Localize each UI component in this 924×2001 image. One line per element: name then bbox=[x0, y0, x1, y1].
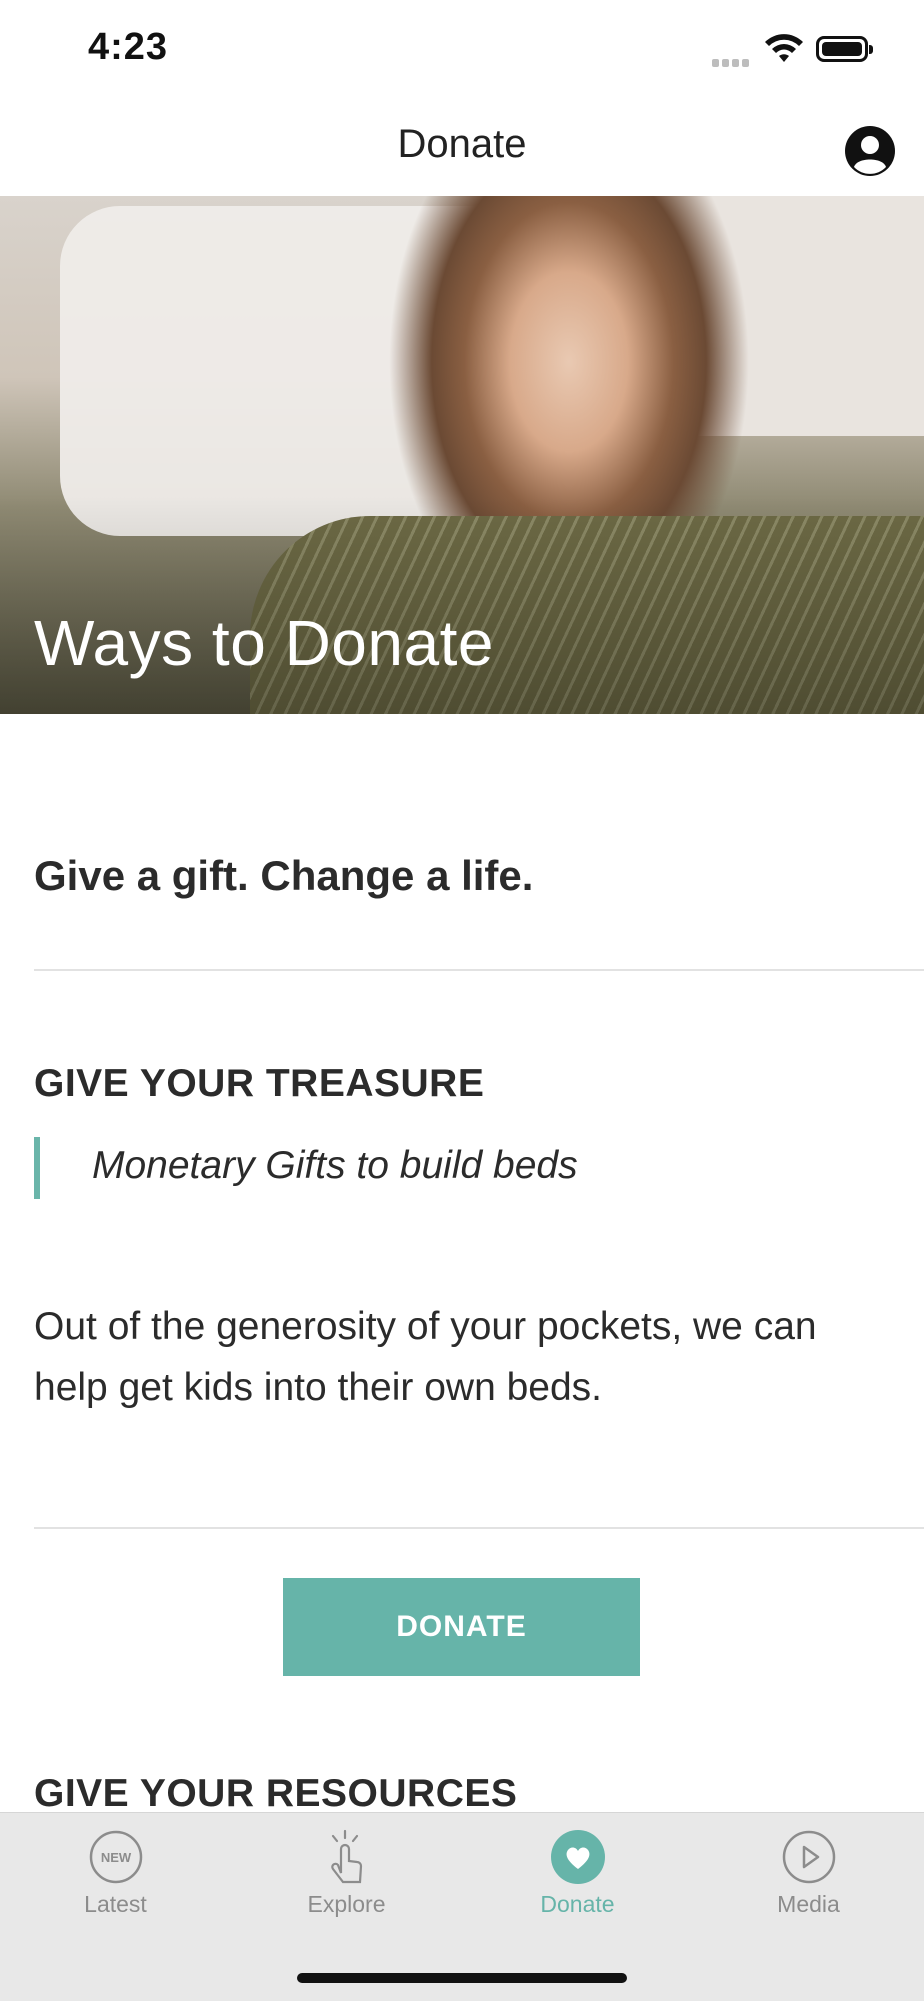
section-heading-resources: GIVE YOUR RESOURCES bbox=[34, 1772, 518, 1815]
profile-icon[interactable] bbox=[843, 124, 897, 178]
wifi-icon bbox=[765, 34, 803, 62]
tab-explore[interactable]: Explore bbox=[231, 1829, 462, 1929]
tab-media[interactable]: Media bbox=[693, 1829, 924, 1929]
tab-label-donate: Donate bbox=[540, 1891, 615, 1917]
navigation-bar: Donate bbox=[0, 100, 924, 196]
tap-icon bbox=[330, 1829, 362, 1884]
divider bbox=[34, 969, 924, 971]
battery-icon bbox=[816, 36, 873, 62]
tab-label-explore: Explore bbox=[307, 1891, 386, 1917]
tab-label-media: Media bbox=[777, 1891, 840, 1917]
new-badge-text: NEW bbox=[100, 1850, 131, 1865]
treasure-description: Out of the generosity of your pockets, w… bbox=[34, 1305, 817, 1409]
section-heading-treasure: GIVE YOUR TREASURE bbox=[34, 1062, 485, 1105]
status-bar: 4:23 bbox=[0, 0, 924, 100]
tab-latest[interactable]: NEW Latest bbox=[0, 1829, 231, 1929]
home-indicator bbox=[297, 1973, 627, 1983]
page-title: Donate bbox=[397, 122, 527, 166]
status-time: 4:23 bbox=[88, 26, 169, 68]
quote-bar bbox=[34, 1137, 40, 1199]
hero-image-shade bbox=[0, 496, 924, 714]
donate-button[interactable]: DONATE bbox=[283, 1578, 640, 1676]
tab-donate[interactable]: Donate bbox=[462, 1829, 693, 1929]
heart-icon bbox=[550, 1830, 605, 1884]
divider bbox=[34, 1527, 924, 1529]
cellular-signal-icon bbox=[712, 54, 752, 72]
tagline: Give a gift. Change a life. bbox=[34, 852, 534, 899]
new-icon: NEW bbox=[89, 1830, 142, 1884]
tab-label-latest: Latest bbox=[84, 1891, 147, 1917]
quote-text: Monetary Gifts to build beds bbox=[92, 1144, 578, 1187]
play-icon bbox=[782, 1830, 835, 1884]
hero-title: Ways to Donate bbox=[34, 607, 494, 679]
